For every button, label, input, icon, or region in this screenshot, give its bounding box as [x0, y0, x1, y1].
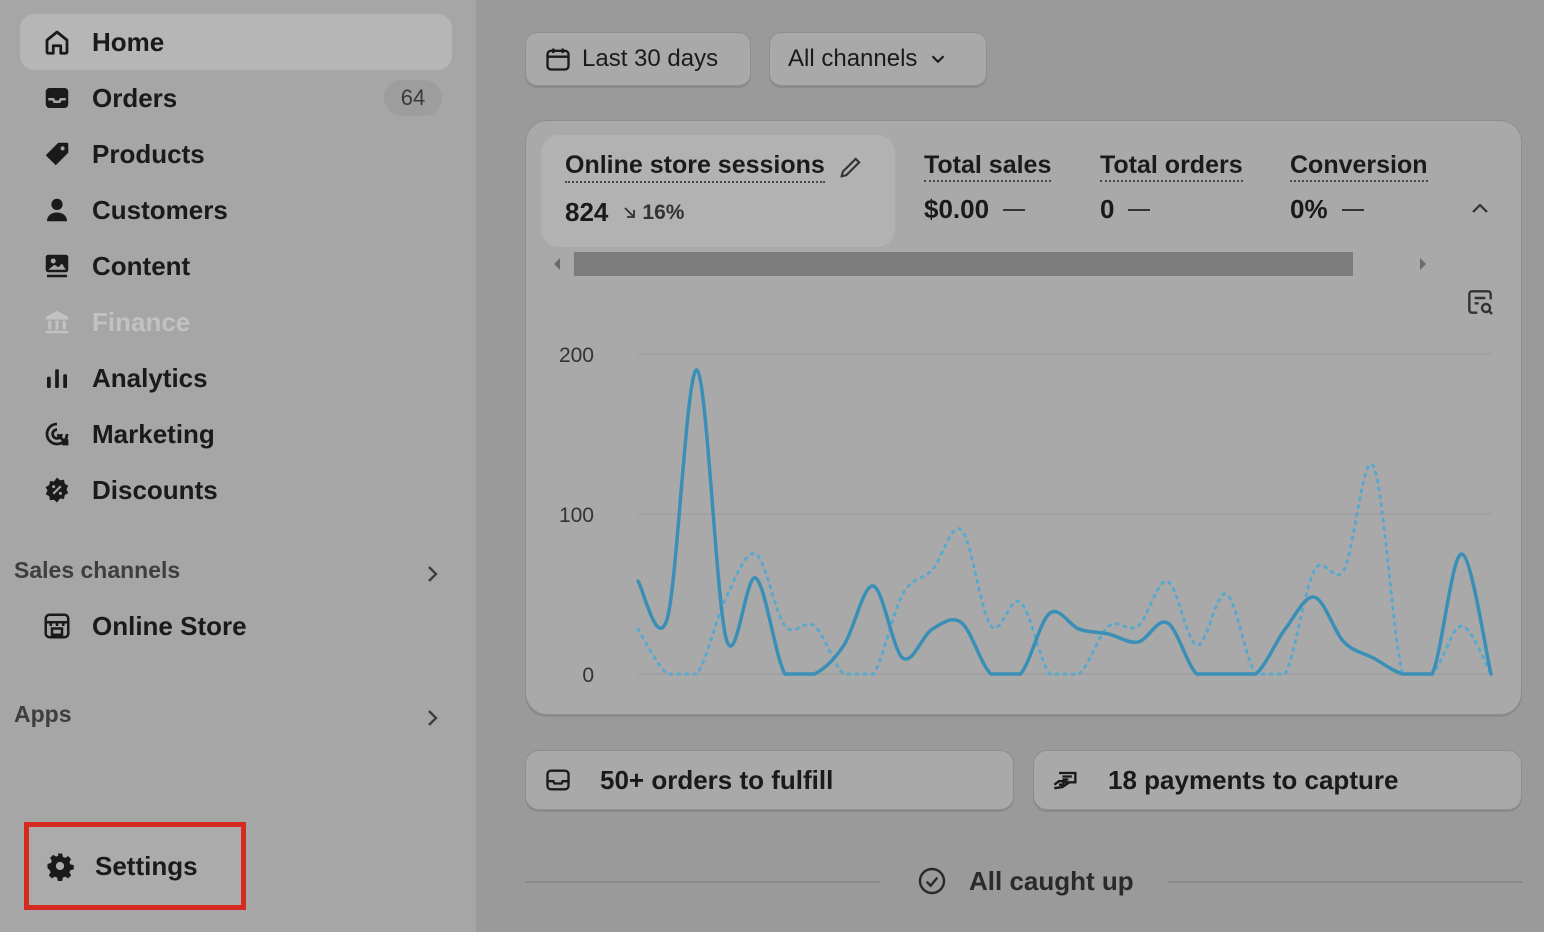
y-tick-label: 100 [559, 504, 594, 527]
all-caught-up-divider: All caught up [525, 860, 1522, 904]
sidebar-item-customers[interactable]: Customers [20, 182, 452, 238]
gear-icon [43, 849, 77, 883]
sidebar-item-label: Orders [92, 82, 178, 113]
y-tick-label: 0 [582, 664, 594, 687]
divider-line [1168, 881, 1522, 883]
target-icon [40, 417, 74, 451]
metric-value: 824 [565, 197, 609, 227]
sidebar-item-settings[interactable]: Settings [24, 822, 246, 910]
metric-change: 16% [642, 200, 685, 224]
chevron-right-icon[interactable] [420, 562, 444, 586]
date-range-label: Last 30 days [582, 45, 719, 72]
sidebar-item-products[interactable]: Products [20, 126, 452, 182]
person-icon [40, 193, 74, 227]
metric-label: Total sales [924, 151, 1052, 182]
metric-value: 0 [1100, 194, 1115, 224]
chevron-right-icon[interactable] [420, 706, 444, 730]
pencil-icon[interactable] [837, 153, 865, 181]
sidebar-item-label: Marketing [92, 418, 215, 449]
calendar-icon [546, 48, 570, 71]
sidebar-item-label: Home [92, 26, 165, 57]
sidebar-item-label: Content [92, 250, 191, 281]
sidebar-item-marketing[interactable]: Marketing [20, 406, 452, 462]
sidebar-item-content[interactable]: Content [20, 238, 452, 294]
scroll-left-arrow[interactable] [550, 255, 564, 273]
no-change-dash [1341, 208, 1364, 211]
settings-label: Settings [95, 850, 198, 881]
sidebar-item-label: Online Store [92, 610, 247, 641]
sales-channels-heading[interactable]: Sales channels [14, 557, 180, 584]
x-tick-label: Nov 19 [1046, 708, 1113, 711]
sidebar-item-label: Customers [92, 194, 228, 225]
series-line-current [636, 368, 1493, 676]
orders-to-fulfill-button[interactable]: 50+ orders to fulfill [525, 750, 1014, 810]
metric-value: $0.00 [924, 194, 990, 224]
channels-label: All channels [788, 45, 918, 72]
no-change-dash [1128, 208, 1151, 211]
y-tick-label: 200 [559, 344, 594, 367]
inbox-icon [40, 81, 74, 115]
apps-heading[interactable]: Apps [14, 701, 72, 728]
app-root: Home Orders 64 Products Customers Conten… [0, 0, 1544, 932]
no-change-dash [1003, 208, 1026, 211]
metric-label: Total orders [1100, 151, 1243, 182]
metric-conversion[interactable]: Conversion 0% [1290, 151, 1428, 225]
x-tick-label: Nov 14 [899, 708, 966, 711]
sessions-line-chart: 200 100 0 Nov 4 Nov 9 Nov 14 Nov 19 Nov 24 Nov 2… [559, 344, 1493, 711]
sidebar-item-discounts[interactable]: Discounts [20, 462, 452, 518]
x-tick-label: Nov 9 [758, 708, 813, 711]
sidebar-item-label: Discounts [92, 474, 218, 505]
x-tick-label: Nov 4 [611, 708, 666, 711]
sidebar-item-label: Analytics [92, 362, 208, 393]
sidebar-item-finance: Finance [20, 294, 452, 350]
metric-sessions[interactable]: Online store sessions 824 16% [565, 151, 865, 228]
chart-zoom-icon[interactable] [1464, 286, 1496, 318]
bar-chart-icon [40, 361, 74, 395]
sidebar-item-online-store[interactable]: Online Store [20, 598, 452, 654]
tag-icon [40, 137, 74, 171]
check-circle-icon [918, 867, 946, 895]
inbox-icon [542, 764, 574, 796]
home-icon [40, 25, 74, 59]
sidebar-item-label: Products [92, 138, 205, 169]
sidebar-item-orders[interactable]: Orders 64 [20, 70, 452, 126]
metric-value: 0% [1290, 194, 1328, 224]
hand-cash-icon [1050, 764, 1082, 796]
metric-total-sales[interactable]: Total sales $0.00 [924, 151, 1052, 225]
store-icon [40, 609, 74, 643]
date-range-button[interactable]: Last 30 days [525, 32, 751, 86]
discount-icon [40, 473, 74, 507]
chevron-up-icon[interactable] [1466, 197, 1494, 221]
scroll-right-arrow[interactable] [1416, 255, 1430, 273]
all-caught-up-text: All caught up [969, 866, 1134, 896]
x-tick-label: Nov 24 [1193, 708, 1260, 711]
sidebar-item-home[interactable]: Home [20, 14, 452, 70]
metric-label: Online store sessions [565, 151, 825, 183]
sessions-card: Online store sessions 824 16% Total sale… [525, 120, 1522, 715]
chevron-down-icon [932, 55, 945, 64]
x-tick-label: Nov 29 [1340, 708, 1407, 711]
orders-count-badge: 64 [384, 80, 442, 116]
payments-to-capture-button[interactable]: 18 payments to capture [1033, 750, 1522, 810]
bank-icon [40, 305, 74, 339]
metrics-scrollbar[interactable] [574, 252, 1353, 276]
channels-dropdown[interactable]: All channels [769, 32, 987, 86]
content-icon [40, 249, 74, 283]
series-line-previous [636, 462, 1493, 676]
arrow-down-right-icon [624, 206, 636, 218]
action-label: 50+ orders to fulfill [600, 764, 834, 795]
sidebar-item-analytics[interactable]: Analytics [20, 350, 452, 406]
action-label: 18 payments to capture [1108, 764, 1399, 795]
sidebar: Home Orders 64 Products Customers Conten… [0, 0, 476, 932]
sidebar-item-label: Finance [92, 306, 191, 337]
metric-label: Conversion [1290, 151, 1428, 182]
divider-line [525, 881, 880, 883]
metric-total-orders[interactable]: Total orders 0 [1100, 151, 1243, 225]
